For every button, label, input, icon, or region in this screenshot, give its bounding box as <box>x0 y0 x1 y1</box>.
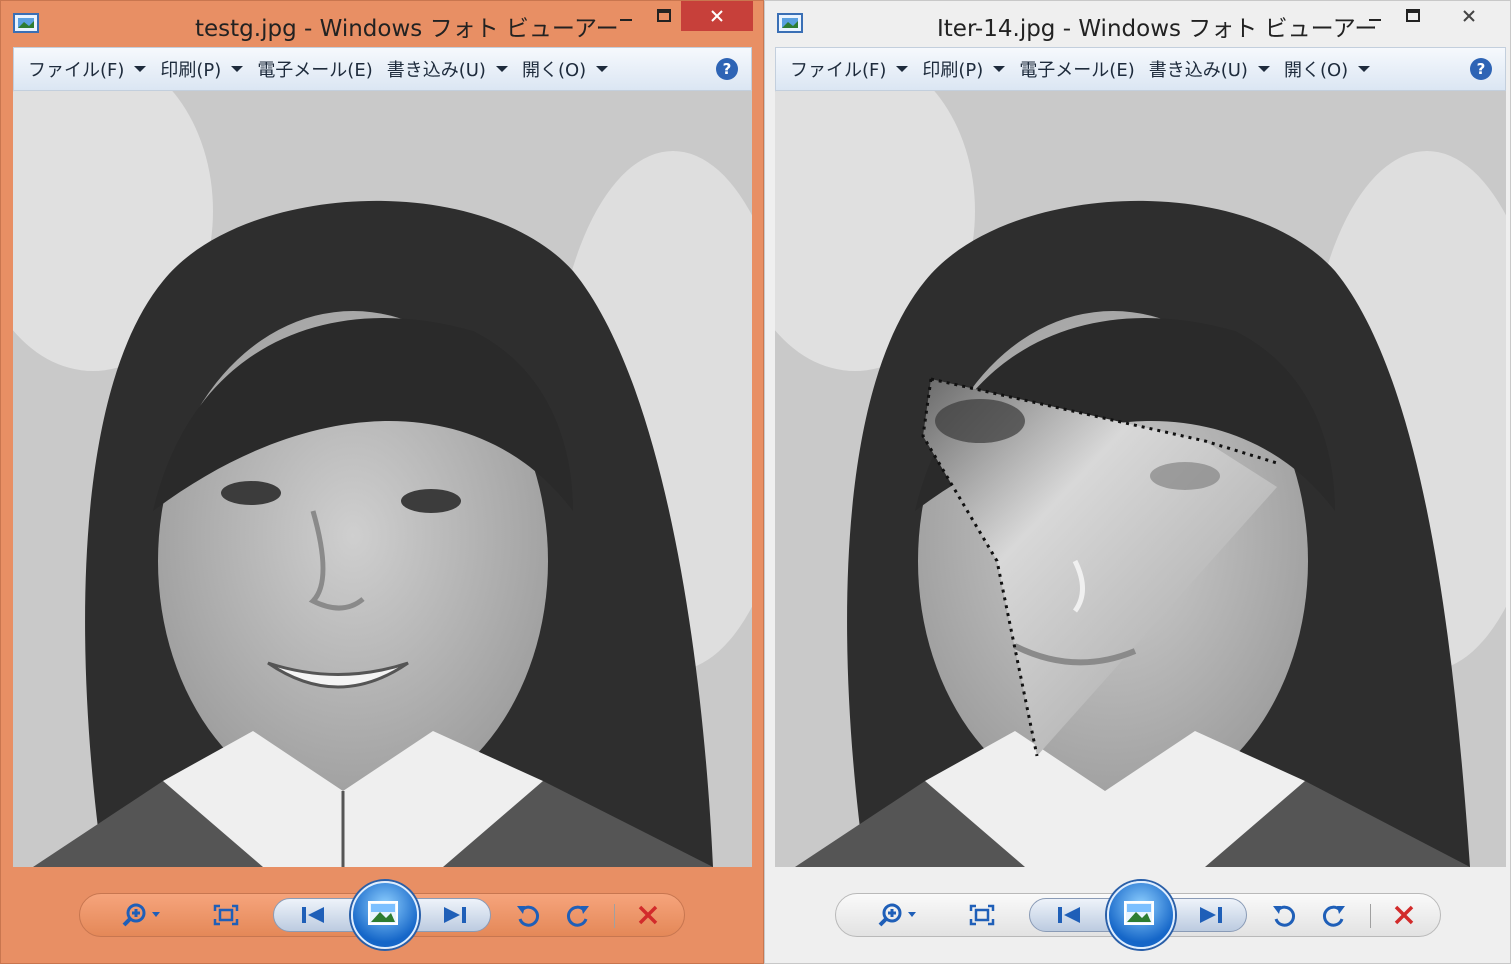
photo-viewport[interactable] <box>13 91 752 867</box>
toolbar-separator <box>1370 904 1371 928</box>
previous-icon <box>302 907 324 923</box>
next-button[interactable] <box>427 894 483 936</box>
close-icon <box>1463 10 1475 22</box>
svg-text:?: ? <box>723 60 732 78</box>
chevron-down-icon <box>1257 66 1270 72</box>
title-bar[interactable]: Iter-14.jpg - Windows フォト ビューアー <box>765 1 1510 47</box>
rotate-left-icon <box>1273 905 1296 927</box>
photo-viewer-app-icon <box>13 13 39 33</box>
photo-image <box>13 91 752 867</box>
maximize-button[interactable] <box>646 1 682 31</box>
close-icon <box>711 10 723 22</box>
slideshow-icon <box>368 901 398 925</box>
menu-print-label: 印刷(P) <box>922 60 984 81</box>
slideshow-icon <box>1124 901 1154 925</box>
menu-email-label: 電子メール(E) <box>1019 60 1135 81</box>
menu-file[interactable]: ファイル(F) <box>28 56 147 82</box>
menu-print-label: 印刷(P) <box>160 60 222 81</box>
menu-print[interactable]: 印刷(P) <box>922 56 1006 82</box>
menu-email-label: 電子メール(E) <box>257 60 373 81</box>
previous-icon <box>1058 907 1080 923</box>
menu-burn[interactable]: 書き込み(U) <box>1149 56 1270 82</box>
viewer-toolbar <box>835 881 1441 949</box>
svg-text:?: ? <box>1477 60 1486 78</box>
delete-button[interactable] <box>626 894 670 936</box>
chevron-down-icon <box>134 66 147 72</box>
rotate-right-icon <box>566 905 589 927</box>
menu-bar: ファイル(F) 印刷(P) 電子メール(E) 書き込み(U) 開く(O) ? <box>775 47 1506 91</box>
menu-burn[interactable]: 書き込み(U) <box>387 56 508 82</box>
menu-open[interactable]: 開く(O) <box>1283 56 1371 82</box>
photo-viewer-app-icon <box>777 13 803 33</box>
title-bar[interactable]: testg.jpg - Windows フォト ビューアー <box>1 1 763 47</box>
viewer-toolbar <box>79 881 685 949</box>
delete-icon <box>1394 905 1414 925</box>
window-title: testg.jpg - Windows フォト ビューアー <box>195 16 619 42</box>
actual-size-button[interactable] <box>960 894 1004 936</box>
help-icon[interactable]: ? <box>715 57 739 81</box>
zoom-button[interactable] <box>116 894 172 936</box>
menu-open-label: 開く(O) <box>521 60 587 81</box>
chevron-down-icon <box>231 66 244 72</box>
photo-viewport[interactable] <box>775 91 1506 867</box>
menu-burn-label: 書き込み(U) <box>386 60 486 81</box>
next-icon <box>1200 907 1222 923</box>
previous-button[interactable] <box>1041 894 1097 936</box>
rotate-left-button[interactable] <box>1262 894 1306 936</box>
actual-size-button[interactable] <box>204 894 248 936</box>
rotate-right-icon <box>1322 905 1345 927</box>
menu-open[interactable]: 開く(O) <box>521 56 609 82</box>
minimize-icon <box>620 19 632 21</box>
menu-print[interactable]: 印刷(P) <box>160 56 244 82</box>
photo-viewer-window-iter14: Iter-14.jpg - Windows フォト ビューアー ファイル(F) … <box>764 0 1511 964</box>
help-icon[interactable]: ? <box>1469 57 1493 81</box>
window-title: Iter-14.jpg - Windows フォト ビューアー <box>937 16 1378 42</box>
previous-button[interactable] <box>285 894 341 936</box>
zoom-icon <box>878 903 916 927</box>
menu-email[interactable]: 電子メール(E) <box>257 56 372 82</box>
chevron-down-icon <box>993 66 1006 72</box>
menu-email[interactable]: 電子メール(E) <box>1019 56 1134 82</box>
actual-size-icon <box>969 904 995 926</box>
actual-size-icon <box>213 904 239 926</box>
menu-burn-label: 書き込み(U) <box>1148 60 1248 81</box>
minimize-icon <box>1369 19 1381 21</box>
menu-file-label: ファイル(F) <box>28 60 125 81</box>
menu-file-label: ファイル(F) <box>790 60 887 81</box>
delete-button[interactable] <box>1382 894 1426 936</box>
close-button[interactable] <box>681 1 753 31</box>
maximize-icon <box>1406 9 1420 22</box>
maximize-button[interactable] <box>1395 1 1431 31</box>
toolbar-separator <box>614 904 615 928</box>
next-button[interactable] <box>1183 894 1239 936</box>
photo-viewer-window-testg: testg.jpg - Windows フォト ビューアー ファイル(F) 印刷… <box>0 0 764 964</box>
maximize-icon <box>657 9 671 22</box>
rotate-left-button[interactable] <box>506 894 550 936</box>
zoom-button[interactable] <box>872 894 928 936</box>
menu-file[interactable]: ファイル(F) <box>790 56 909 82</box>
rotate-right-button[interactable] <box>1312 894 1356 936</box>
rotate-left-icon <box>517 905 540 927</box>
delete-icon <box>638 905 658 925</box>
chevron-down-icon <box>495 66 508 72</box>
slideshow-button[interactable] <box>1107 881 1175 949</box>
menu-bar: ファイル(F) 印刷(P) 電子メール(E) 書き込み(U) 開く(O) ? <box>13 47 752 91</box>
minimize-button[interactable] <box>1357 1 1393 31</box>
slideshow-button[interactable] <box>351 881 419 949</box>
photo-image <box>775 91 1506 867</box>
minimize-button[interactable] <box>608 1 644 31</box>
chevron-down-icon <box>896 66 909 72</box>
zoom-icon <box>122 903 160 927</box>
next-icon <box>444 907 466 923</box>
close-button[interactable] <box>1433 1 1505 31</box>
chevron-down-icon <box>596 66 609 72</box>
menu-open-label: 開く(O) <box>1283 60 1349 81</box>
rotate-right-button[interactable] <box>556 894 600 936</box>
chevron-down-icon <box>1358 66 1371 72</box>
